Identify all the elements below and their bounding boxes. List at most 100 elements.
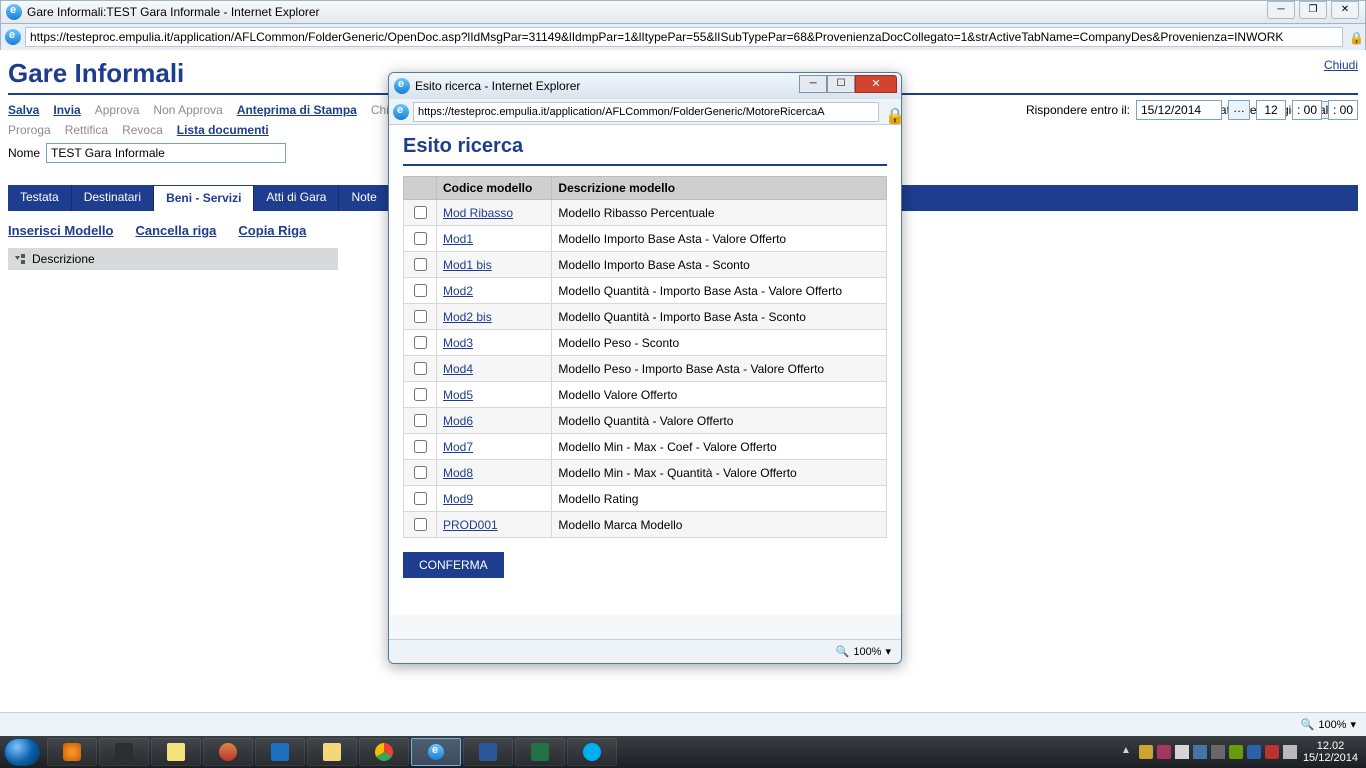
- popup-zoom-value: 100%: [853, 646, 881, 658]
- invia-link[interactable]: Invia: [53, 103, 80, 117]
- task-explorer[interactable]: [307, 738, 357, 766]
- inserisci-modello-link[interactable]: Inserisci Modello: [8, 223, 113, 238]
- popup-url-input[interactable]: [413, 102, 879, 122]
- main-url-input[interactable]: [25, 27, 1343, 47]
- task-word[interactable]: [463, 738, 513, 766]
- table-row: Mod4Modello Peso - Importo Base Asta - V…: [404, 356, 887, 382]
- rispondere-hh-input[interactable]: [1256, 100, 1286, 120]
- descrizione-cell: Modello Importo Base Asta - Valore Offer…: [552, 226, 887, 252]
- select-icon[interactable]: [14, 253, 26, 265]
- zoom-icon[interactable]: 🔍: [1301, 718, 1315, 731]
- table-row: Mod1 bisModello Importo Base Asta - Scon…: [404, 252, 887, 278]
- tray-n-icon[interactable]: [1157, 745, 1171, 759]
- salva-link[interactable]: Salva: [8, 103, 39, 117]
- row-checkbox[interactable]: [414, 492, 427, 505]
- row-checkbox[interactable]: [414, 284, 427, 297]
- row-checkbox[interactable]: [414, 232, 427, 245]
- close-link[interactable]: Chiudi: [1324, 58, 1358, 72]
- rispondere-date-input[interactable]: [1136, 100, 1222, 120]
- task-excel[interactable]: [515, 738, 565, 766]
- codice-link[interactable]: Mod8: [443, 466, 473, 480]
- main-address-bar: 🔒: [0, 24, 1366, 50]
- codice-link[interactable]: Mod9: [443, 492, 473, 506]
- start-button[interactable]: [4, 738, 40, 766]
- row-checkbox[interactable]: [414, 414, 427, 427]
- task-media-player[interactable]: [47, 738, 97, 766]
- tab-atti-di-gara[interactable]: Atti di Gara: [254, 185, 339, 211]
- popup-maximize-button[interactable]: ☐: [827, 75, 855, 93]
- ie-icon: [6, 4, 22, 20]
- row-checkbox[interactable]: [414, 388, 427, 401]
- table-row: Mod3Modello Peso - Sconto: [404, 330, 887, 356]
- tray-vol-icon[interactable]: [1211, 745, 1225, 759]
- task-sticky-notes[interactable]: [151, 738, 201, 766]
- descrizione-cell: Modello Marca Modello: [552, 512, 887, 538]
- row-checkbox[interactable]: [414, 362, 427, 375]
- zoom-icon[interactable]: 🔍: [836, 645, 850, 658]
- tray-av-icon[interactable]: [1265, 745, 1279, 759]
- descrizione-cell: Modello Quantità - Valore Offerto: [552, 408, 887, 434]
- tab-beni-servizi[interactable]: Beni - Servizi: [154, 185, 254, 211]
- date-picker-button[interactable]: …: [1228, 100, 1250, 120]
- row-checkbox[interactable]: [414, 518, 427, 531]
- row-checkbox[interactable]: [414, 206, 427, 219]
- tray-power-icon[interactable]: [1283, 745, 1297, 759]
- row-checkbox[interactable]: [414, 336, 427, 349]
- tray-up-icon[interactable]: ▲: [1121, 745, 1135, 759]
- th-codice: Codice modello: [437, 177, 552, 200]
- task-snipping[interactable]: [203, 738, 253, 766]
- rispondere-row: Rispondere entro il: …: [1026, 100, 1358, 120]
- conferma-button[interactable]: CONFERMA: [403, 552, 504, 578]
- zoom-dropdown-icon[interactable]: ▾: [885, 645, 891, 658]
- tray-network-icon[interactable]: [1193, 745, 1207, 759]
- tray-bt-icon[interactable]: [1247, 745, 1261, 759]
- minimize-button[interactable]: ─: [1267, 1, 1295, 19]
- tab-testata[interactable]: Testata: [8, 185, 72, 211]
- lista-documenti-link[interactable]: Lista documenti: [177, 123, 269, 137]
- codice-link[interactable]: Mod4: [443, 362, 473, 376]
- codice-link[interactable]: Mod2 bis: [443, 310, 492, 324]
- tray-icons[interactable]: ▲: [1121, 745, 1297, 759]
- descrizione-cell: Modello Quantità - Importo Base Asta - V…: [552, 278, 887, 304]
- row-checkbox[interactable]: [414, 440, 427, 453]
- codice-link[interactable]: Mod6: [443, 414, 473, 428]
- cancella-riga-link[interactable]: Cancella riga: [135, 223, 216, 238]
- popup-titlebar[interactable]: Esito ricerca - Internet Explorer ─ ☐ ✕: [389, 73, 901, 99]
- tray-flag-icon[interactable]: [1175, 745, 1189, 759]
- codice-link[interactable]: Mod1 bis: [443, 258, 492, 272]
- tray-nvidia-icon[interactable]: [1229, 745, 1243, 759]
- codice-link[interactable]: Mod5: [443, 388, 473, 402]
- popup-window: Esito ricerca - Internet Explorer ─ ☐ ✕ …: [388, 72, 902, 664]
- codice-link[interactable]: Mod2: [443, 284, 473, 298]
- restore-button[interactable]: ❐: [1299, 1, 1327, 19]
- copia-riga-link[interactable]: Copia Riga: [238, 223, 306, 238]
- tray-shield-icon[interactable]: [1139, 745, 1153, 759]
- codice-link[interactable]: Mod3: [443, 336, 473, 350]
- task-vaio[interactable]: [99, 738, 149, 766]
- row-checkbox[interactable]: [414, 466, 427, 479]
- row-checkbox[interactable]: [414, 310, 427, 323]
- nome-input[interactable]: [46, 143, 286, 163]
- task-ie[interactable]: [411, 738, 461, 766]
- tab-destinatari[interactable]: Destinatari: [72, 185, 154, 211]
- codice-link[interactable]: Mod7: [443, 440, 473, 454]
- table-row: Mod9Modello Rating: [404, 486, 887, 512]
- codice-link[interactable]: Mod1: [443, 232, 473, 246]
- popup-minimize-button[interactable]: ─: [799, 75, 827, 93]
- clock[interactable]: 12.02 15/12/2014: [1303, 740, 1358, 764]
- task-skype[interactable]: [567, 738, 617, 766]
- close-button[interactable]: ✕: [1331, 1, 1359, 19]
- anteprima-link[interactable]: Anteprima di Stampa: [237, 103, 357, 117]
- codice-link[interactable]: Mod Ribasso: [443, 206, 513, 220]
- task-chrome[interactable]: [359, 738, 409, 766]
- page-title: Gare Informali: [8, 58, 184, 89]
- row-checkbox[interactable]: [414, 258, 427, 271]
- rispondere-mm-input[interactable]: [1292, 100, 1322, 120]
- popup-close-button[interactable]: ✕: [855, 75, 897, 93]
- zoom-dropdown-icon[interactable]: ▾: [1350, 718, 1356, 731]
- task-outlook[interactable]: [255, 738, 305, 766]
- results-table: Codice modello Descrizione modello Mod R…: [403, 176, 887, 538]
- rispondere-ss-input[interactable]: [1328, 100, 1358, 120]
- tab-note[interactable]: Note: [339, 185, 389, 211]
- codice-link[interactable]: PROD001: [443, 518, 498, 532]
